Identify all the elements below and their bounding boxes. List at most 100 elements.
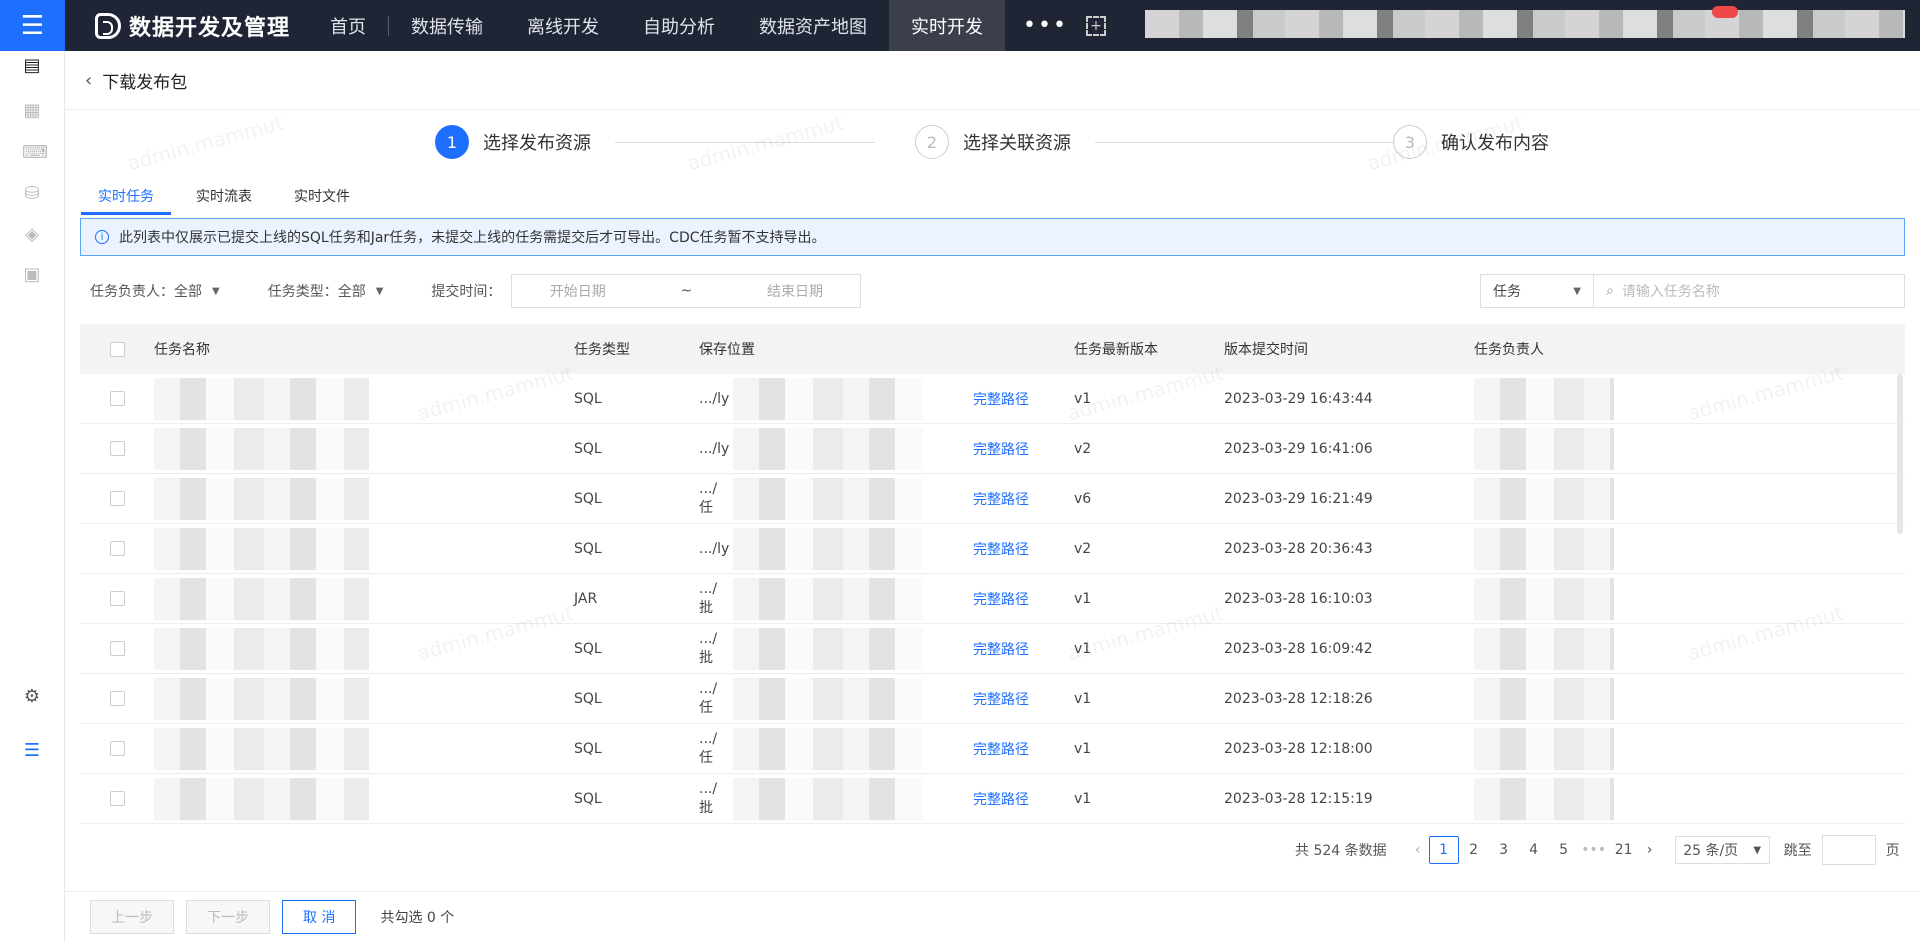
row-checkbox[interactable] (109, 641, 125, 656)
owner-filter[interactable]: 任务负责人：全部 ▼ (90, 281, 220, 301)
nav-data-transfer[interactable]: 数据传输 (389, 0, 505, 51)
task-list-icon[interactable]: ▤ (22, 56, 42, 76)
page-5[interactable]: 5 (1549, 836, 1579, 864)
owner-redacted (1474, 577, 1614, 620)
table-row[interactable]: JAR .../批 完整路径 v1 2023-03-28 16:10:03 (80, 574, 1905, 624)
caret-down-icon: ▼ (1753, 844, 1762, 856)
table-row[interactable]: SQL .../ly 完整路径 v2 2023-03-28 20:36:43 (80, 524, 1905, 574)
save-location-text: .../ly (699, 540, 730, 557)
type-filter[interactable]: 任务类型：全部 ▼ (268, 281, 384, 301)
step-3: 3 确认发布内容 (1393, 125, 1549, 159)
save-location-cell: .../任 完整路径 (699, 724, 1074, 774)
next-step-button[interactable]: 下一步 (186, 900, 270, 934)
table-row[interactable]: SQL .../任 完整路径 v1 2023-03-28 12:18:00 (80, 724, 1905, 774)
prev-step-button[interactable]: 上一步 (90, 900, 174, 934)
end-date-input[interactable]: 结束日期 (767, 281, 823, 301)
cancel-button[interactable]: 取 消 (282, 900, 357, 934)
row-check-cell (80, 441, 154, 456)
jump-page-input[interactable] (1821, 835, 1876, 865)
nav-self-analysis[interactable]: 自助分析 (621, 0, 737, 51)
table-row[interactable]: SQL .../批 完整路径 v1 2023-03-28 16:09:42 (80, 624, 1905, 674)
user-area-blurred[interactable] (1145, 10, 1905, 38)
row-check-cell (80, 591, 154, 606)
task-type-cell: SQL (574, 790, 602, 807)
col-task-type: 任务类型 (574, 342, 630, 358)
page-ellipsis[interactable]: ••• (1579, 836, 1609, 864)
full-path-link[interactable]: 完整路径 (973, 489, 1029, 509)
full-path-link[interactable]: 完整路径 (973, 639, 1029, 659)
submit-time-label: 提交时间： (431, 284, 502, 300)
full-path-link[interactable]: 完整路径 (973, 789, 1029, 809)
database-icon[interactable]: ⛁ (22, 184, 42, 204)
search-input[interactable]: ⌕ 请输入任务名称 (1594, 281, 1904, 301)
row-checkbox[interactable] (109, 691, 125, 706)
row-check-cell (80, 741, 154, 756)
tab-realtime-file[interactable]: 实时文件 (277, 186, 367, 215)
info-alert: i 此列表中仅展示已提交上线的SQL任务和Jar任务，未提交上线的任务需提交后才… (80, 218, 1905, 256)
save-location-text: .../任 (699, 480, 718, 516)
nav-asset-map[interactable]: 数据资产地图 (737, 0, 889, 51)
nav-realtime-dev[interactable]: 实时开发 (889, 0, 1006, 51)
table-scrollbar[interactable] (1897, 374, 1903, 534)
table-row[interactable]: SQL .../批 完整路径 v1 2023-03-28 12:15:19 (80, 774, 1905, 824)
full-path-link[interactable]: 完整路径 (973, 539, 1029, 559)
page-last[interactable]: 21 (1609, 836, 1639, 864)
save-location-cell: .../任 完整路径 (699, 474, 1074, 524)
back-arrow-icon[interactable]: ‹ (85, 70, 92, 91)
table-icon[interactable]: ▦ (22, 101, 42, 121)
page-3[interactable]: 3 (1489, 836, 1519, 864)
full-path-link[interactable]: 完整路径 (973, 739, 1029, 759)
start-date-input[interactable]: 开始日期 (550, 281, 606, 301)
tab-realtime-task[interactable]: 实时任务 (81, 186, 171, 215)
full-path-link[interactable]: 完整路径 (973, 389, 1029, 409)
page-2[interactable]: 2 (1459, 836, 1489, 864)
owner-cell (1474, 474, 1774, 524)
date-range-picker[interactable]: 开始日期 ~ 结束日期 (511, 274, 862, 308)
table-row[interactable]: SQL .../任 完整路径 v1 2023-03-28 12:18:26 (80, 674, 1905, 724)
task-name-cell (154, 724, 574, 774)
code-file-icon[interactable]: ◈ (22, 225, 42, 245)
full-path-link[interactable]: 完整路径 (973, 439, 1029, 459)
collapse-sidebar-icon[interactable]: ☰ (22, 741, 42, 761)
clipboard-icon[interactable]: ▣ (22, 265, 42, 285)
version-cell: v2 (1074, 540, 1092, 557)
submit-time-filter: 提交时间： 开始日期 ~ 结束日期 (431, 274, 862, 308)
page-1[interactable]: 1 (1428, 836, 1459, 864)
select-all-checkbox[interactable] (109, 341, 125, 357)
table-row[interactable]: SQL .../ly 完整路径 v2 2023-03-29 16:41:06 (80, 424, 1905, 474)
search-type-select[interactable]: 任务 ▼ (1481, 275, 1594, 307)
row-checkbox[interactable] (109, 791, 125, 806)
row-checkbox[interactable] (109, 541, 125, 556)
menu-toggle-icon[interactable]: ☰ (0, 0, 65, 51)
prev-page-icon[interactable]: ‹ (1407, 842, 1429, 858)
nav-offline-dev[interactable]: 离线开发 (505, 0, 621, 51)
page-4[interactable]: 4 (1519, 836, 1549, 864)
save-location-cell: .../批 完整路径 (699, 624, 1074, 674)
full-path-link[interactable]: 完整路径 (973, 589, 1029, 609)
version-cell: v2 (1074, 440, 1092, 457)
next-page-icon[interactable]: › (1639, 842, 1661, 858)
table-row[interactable]: SQL .../ly 完整路径 v1 2023-03-29 16:43:44 (80, 374, 1905, 424)
brand[interactable]: 数据开发及管理 (95, 10, 290, 42)
tab-realtime-stream-table[interactable]: 实时流表 (179, 186, 269, 215)
gear-icon[interactable]: ⚙ (22, 687, 42, 707)
row-checkbox[interactable] (109, 491, 125, 506)
row-checkbox[interactable] (109, 441, 125, 456)
save-location-text: .../ly (699, 390, 730, 407)
nav-more-icon[interactable]: ••• (1005, 13, 1086, 38)
nav-home[interactable]: 首页 (308, 0, 388, 51)
code-icon[interactable]: ⌨ (22, 143, 48, 163)
left-sidebar: ▤ ▦ ⌨ ⛁ ◈ ▣ ⚙ ☰ (0, 51, 65, 942)
save-location-text: .../批 (699, 580, 718, 616)
row-checkbox[interactable] (109, 391, 125, 406)
page-size-select[interactable]: 25 条/页 ▼ (1674, 836, 1770, 864)
row-checkbox[interactable] (109, 741, 125, 756)
date-range-separator: ~ (680, 283, 693, 299)
save-location-text: .../ly (699, 440, 730, 457)
owner-redacted (1474, 727, 1614, 770)
table-row[interactable]: SQL .../任 完整路径 v6 2023-03-29 16:21:49 (80, 474, 1905, 524)
add-tab-icon[interactable]: + (1085, 15, 1106, 36)
owner-redacted (1474, 377, 1614, 420)
row-checkbox[interactable] (109, 591, 125, 606)
full-path-link[interactable]: 完整路径 (973, 689, 1029, 709)
